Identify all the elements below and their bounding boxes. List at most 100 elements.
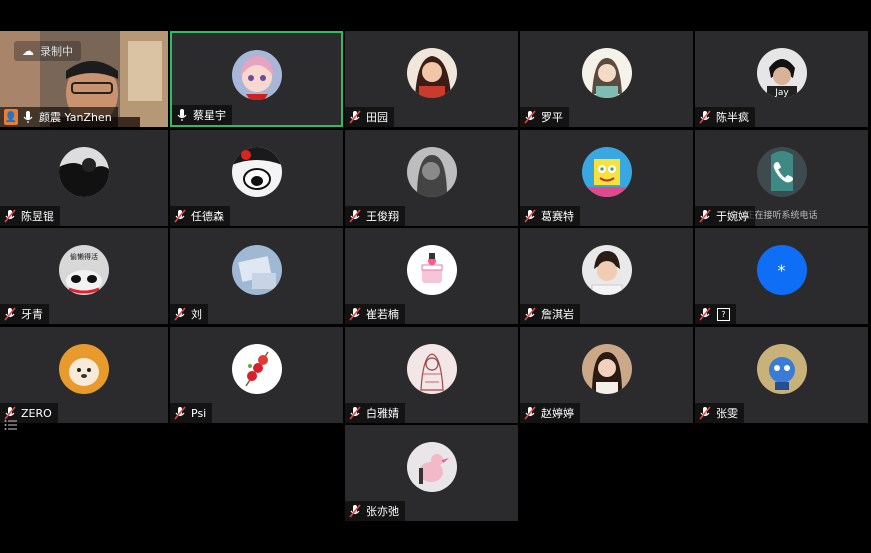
participant-name-bar: 葛赛特 [520,206,580,226]
mic-muted-icon [524,209,536,223]
participant-tile-chenyukun[interactable]: 陈昱锟 [0,130,168,226]
cake-avatar [406,245,457,295]
bw-silhouette-avatar [59,147,109,197]
participant-name: 于婉婷 [716,210,749,223]
sketch-figure-avatar [406,344,457,394]
participant-name: 王俊翔 [366,210,399,223]
jay-photo-avatar: Jay [756,48,807,98]
blue-robot-avatar [756,344,807,394]
participant-name-bar: 任德森 [170,206,230,226]
participant-tile-yuwanting[interactable]: 正在接听系统电话 于婉婷 [695,130,868,226]
participant-tile-tianyuan[interactable]: 田园 [345,31,518,127]
mic-muted-icon [174,406,186,420]
participant-name-bar: 于婉婷 [695,206,755,226]
manga-avatar [231,147,282,197]
participant-name: 颜震 YanZhen [39,111,112,124]
avatar-symbol: * [777,260,786,280]
participant-name-bar: 蔡星宇 [172,105,232,125]
participant-tile-luoping[interactable]: 罗平 [520,31,693,127]
participant-name-bar: 刘 [170,304,208,324]
participant-name: 任德森 [191,210,224,223]
anime-girl-avatar [231,50,282,100]
participant-tile-zhaotingting[interactable]: 赵婷婷 [520,327,693,423]
participant-tile-caixingyu[interactable]: 蔡星宇 [170,31,343,127]
participant-name: 陈昱锟 [21,210,54,223]
participant-name: 蔡星宇 [193,109,226,122]
participant-name-bar: 白雅婧 [345,403,405,423]
illustration-girl-avatar [406,48,457,98]
participant-tile-baiyajing[interactable]: 白雅婧 [345,327,518,423]
mic-muted-icon [524,406,536,420]
candied-fruit-avatar [231,344,282,394]
blue-photo-avatar [231,245,282,295]
participant-name: 白雅婧 [366,407,399,420]
participant-name-bar: 陈半疯 [695,107,755,127]
participant-tile-yanzhen[interactable]: ☁ 录制中 👤 颜震 YanZhen [0,31,168,127]
participant-name: 张亦弛 [366,505,399,518]
participant-name-bar: 王俊翔 [345,206,405,226]
boy-photo-avatar [581,245,632,295]
participant-name: ZERO [21,406,52,420]
participant-tile-wangjunxiang[interactable]: 王俊翔 [345,130,518,226]
jay-text: Jay [774,88,789,98]
mic-muted-icon [349,406,361,420]
mic-muted-icon [699,406,711,420]
participant-name: 罗平 [541,111,563,124]
mic-muted-icon [174,307,186,321]
participant-tile-rendesen[interactable]: 任德森 [170,130,343,226]
participant-name-bar: 张雯 [695,403,744,423]
girl-photo-avatar [581,344,632,394]
recording-label: 录制中 [40,45,73,58]
participant-name: 田园 [366,111,388,124]
grey-portrait-avatar [406,147,457,197]
participant-name-bar: 田园 [345,107,394,127]
participant-name: 赵婷婷 [541,407,574,420]
participant-tile-zhangwen[interactable]: 张雯 [695,327,868,423]
mic-muted-icon [699,110,711,124]
participant-tile-unknown[interactable]: * ? [695,228,868,324]
participant-tile-cuiruonan[interactable]: 崔若楠 [345,228,518,324]
participant-tile-zero[interactable]: ZERO [0,327,168,423]
participant-name-bar: 👤 颜震 YanZhen [0,107,118,127]
spongebob-avatar [581,147,632,197]
participant-name-bar: 詹淇岩 [520,304,580,324]
mic-on-icon [22,110,34,124]
phone-call-avatar [756,147,807,197]
participant-name: Psi [191,406,207,420]
participant-tile-chenbanfeng[interactable]: Jay 陈半疯 [695,31,868,127]
participant-name-bar: 崔若楠 [345,304,405,324]
recording-indicator: ☁ 录制中 [14,41,81,61]
participant-tile-zhanqiyan[interactable]: 詹淇岩 [520,228,693,324]
list-icon[interactable] [4,417,18,431]
dog-avatar [59,344,109,394]
mic-muted-icon [349,307,361,321]
participant-name-bar: 张亦弛 [345,501,405,521]
participant-name: 张雯 [716,407,738,420]
participant-name-bar: 陈昱锟 [0,206,60,226]
mic-muted-icon [4,209,16,223]
participant-tile-liu[interactable]: 刘 [170,228,343,324]
participant-name-bar: 罗平 [520,107,569,127]
mic-muted-icon [524,307,536,321]
participant-name: 崔若楠 [366,308,399,321]
mic-muted-icon [699,307,711,321]
participant-tile-yaqing[interactable]: 偷懒得活 牙青 [0,228,168,324]
participant-name: 牙青 [21,308,43,321]
mic-muted-icon [4,307,16,321]
sketch-girl-avatar [581,48,632,98]
participant-name: 陈半疯 [716,111,749,124]
cloud-icon: ☁ [22,44,34,58]
avatar-caption: 偷懒得活 [70,252,98,261]
participant-name-bar: Psi [170,403,213,423]
participant-tile-psi[interactable]: Psi [170,327,343,423]
participant-tile-gesaite[interactable]: 葛赛特 [520,130,693,226]
mic-muted-icon [349,504,361,518]
mic-muted-icon [349,209,361,223]
participant-name: 葛赛特 [541,210,574,223]
participant-name-bar: 牙青 [0,304,49,324]
participant-name-bar: ? [695,304,736,324]
panda-avatar: 偷懒得活 [59,245,109,295]
participant-name: ? [717,307,730,321]
participant-tile-zhangyichi[interactable]: 张亦弛 [345,425,518,521]
blue-star-avatar: * [756,245,807,295]
